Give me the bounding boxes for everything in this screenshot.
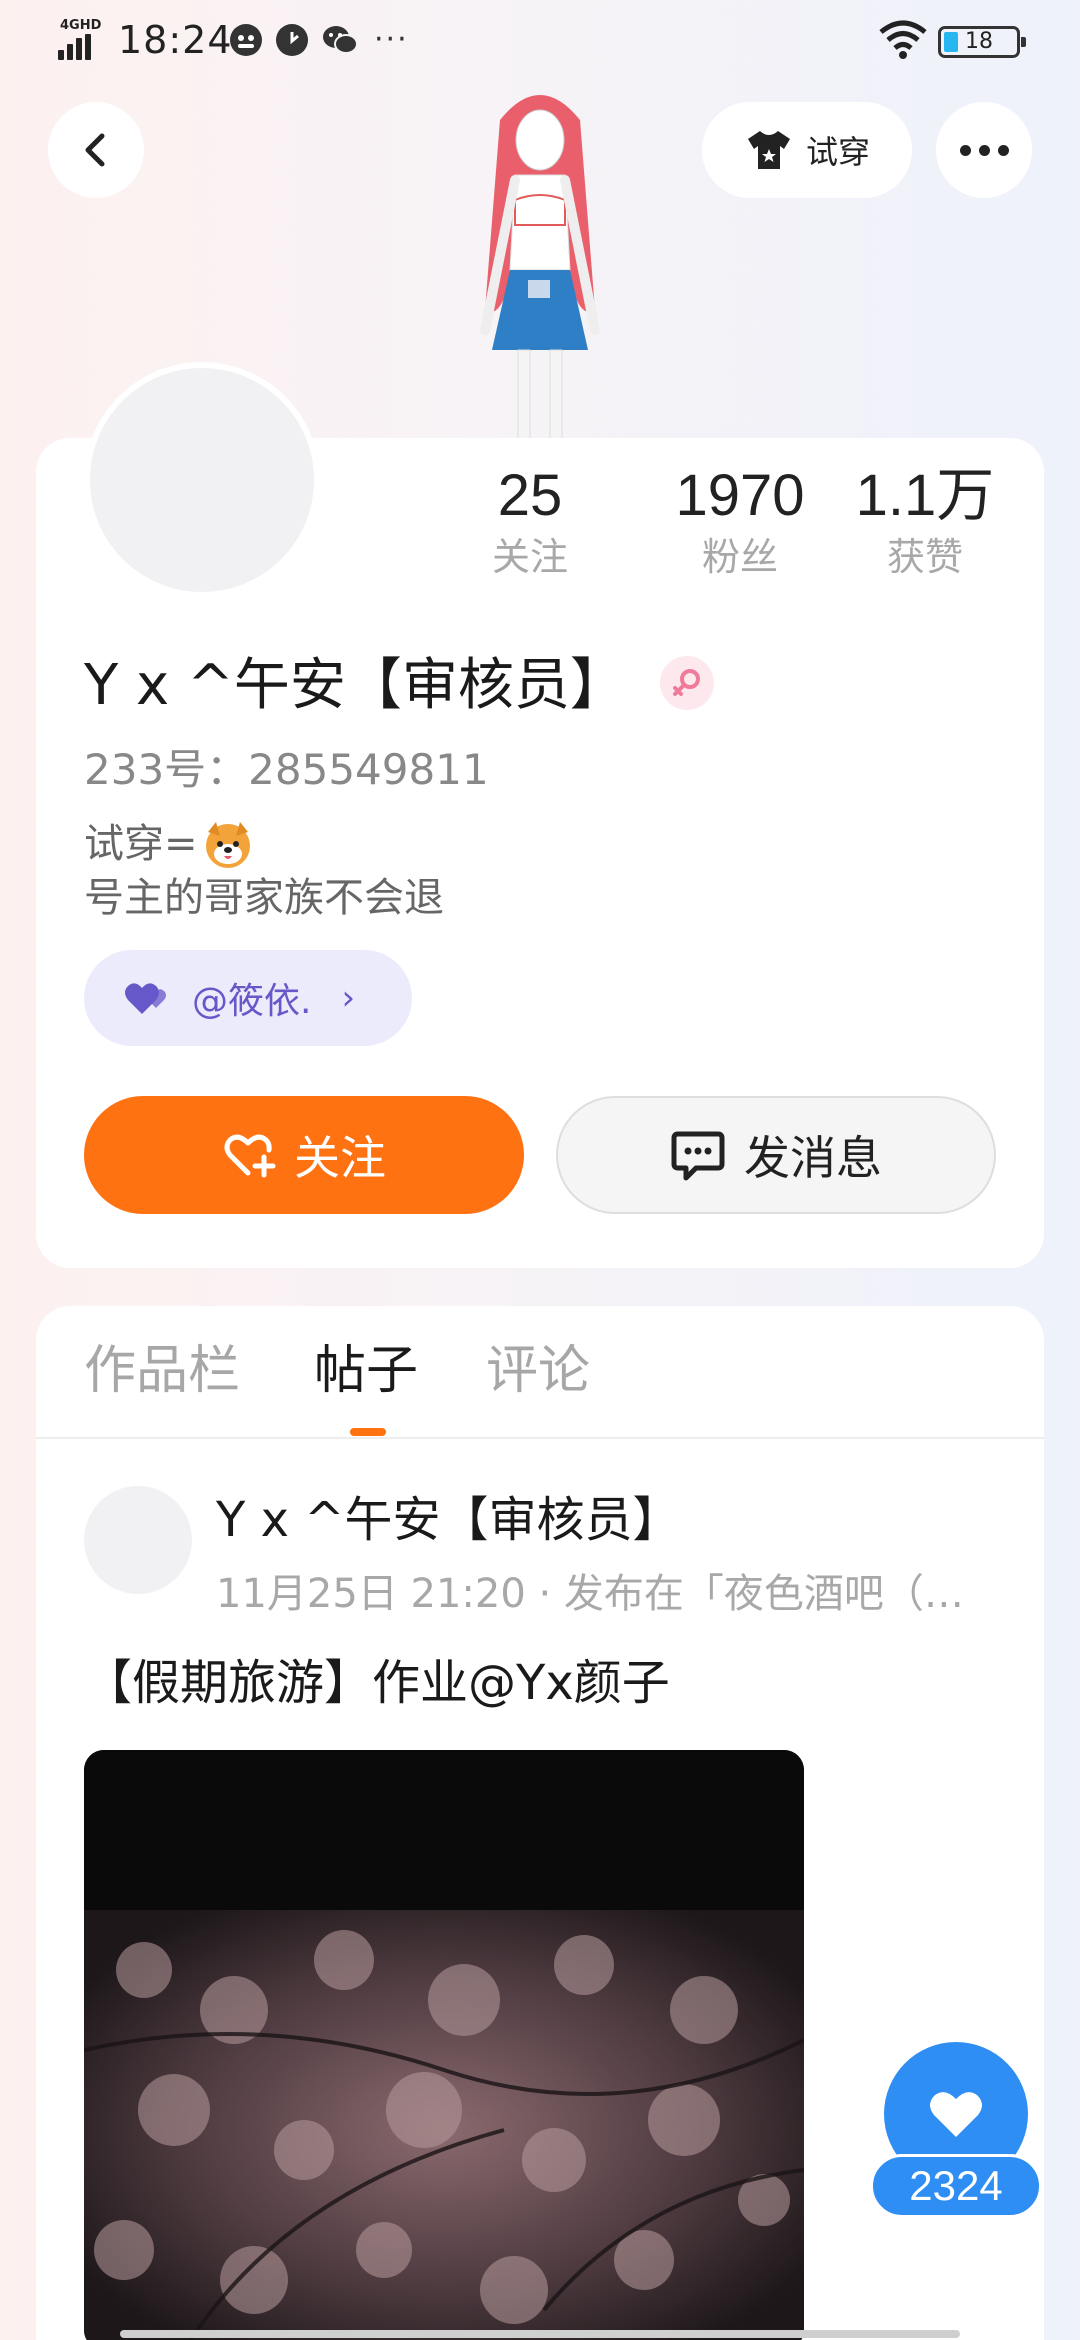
tshirt-icon xyxy=(747,131,790,169)
followers-count: 1970 xyxy=(675,463,805,528)
followers-label: 粉丝 xyxy=(701,535,778,579)
clock-app-icon xyxy=(276,24,308,56)
qq-app-icon xyxy=(230,24,262,56)
bio-line-2: 号主的哥家族不会退 xyxy=(84,875,444,921)
heart-icon xyxy=(125,983,166,1014)
bio-line-1-text: 试穿= xyxy=(84,821,198,867)
profile-stats: 25 关注 1970 粉丝 1.1万 获赞 xyxy=(430,460,1050,600)
notification-icons: ··· xyxy=(230,24,409,56)
signal-icon: 4GHD xyxy=(58,18,106,60)
post-meta: 11月25日 21:20 · 发布在「夜色酒吧（… xyxy=(216,1571,964,1617)
battery-level: 18 xyxy=(965,29,993,54)
likes-received-count: 1.1万 xyxy=(855,463,995,528)
tabs-divider xyxy=(36,1437,1044,1439)
bio-line-1: 试穿= xyxy=(84,818,254,870)
like-count: 2324 xyxy=(870,2154,1042,2218)
follow-label: 关注 xyxy=(294,1131,386,1185)
send-message-button[interactable]: 发消息 xyxy=(556,1096,996,1214)
more-icon xyxy=(959,144,1009,156)
tab-comments[interactable]: 评论 xyxy=(486,1336,590,1406)
more-button[interactable] xyxy=(936,102,1032,198)
home-indicator[interactable] xyxy=(120,2330,960,2338)
wechat-app-icon xyxy=(322,24,358,56)
stat-followers[interactable]: 1970 粉丝 xyxy=(640,460,840,582)
battery-icon: 18 xyxy=(938,26,1026,58)
user-avatar[interactable] xyxy=(84,362,320,598)
try-on-button[interactable]: 试穿 xyxy=(702,102,912,198)
user-id: 233号：285549811 xyxy=(84,745,489,794)
post-author-avatar[interactable] xyxy=(84,1486,192,1594)
chat-bubble-icon xyxy=(671,1131,725,1181)
chevron-right-icon: › xyxy=(341,978,356,1018)
heart-plus-icon xyxy=(224,1134,276,1178)
back-button[interactable] xyxy=(48,102,144,198)
send-message-label: 发消息 xyxy=(744,1131,882,1185)
post-text[interactable]: 【假期旅游】作业@Yx颜子 xyxy=(84,1650,670,1716)
cp-relation-tag[interactable]: @筱依. › xyxy=(84,950,412,1046)
try-on-label: 试穿 xyxy=(805,133,870,171)
heart-icon xyxy=(930,2092,982,2137)
wifi-icon xyxy=(878,20,928,60)
status-time: 18:24 xyxy=(118,18,233,62)
dog-emoji-icon xyxy=(202,818,254,870)
stat-likes[interactable]: 1.1万 获赞 xyxy=(825,460,1025,582)
tab-active-indicator xyxy=(350,1428,386,1436)
tab-posts[interactable]: 帖子 xyxy=(314,1336,418,1406)
network-type: 4GHD xyxy=(60,18,102,33)
follow-button[interactable]: 关注 xyxy=(84,1096,524,1214)
more-notifications: ··· xyxy=(374,22,409,57)
tab-works[interactable]: 作品栏 xyxy=(84,1336,240,1406)
likes-received-label: 获赞 xyxy=(886,535,963,579)
back-arrow-icon xyxy=(85,133,105,167)
user-name: Y x ^午安【审核员】 xyxy=(84,653,626,718)
following-label: 关注 xyxy=(491,535,568,579)
post-image[interactable] xyxy=(84,1750,804,2340)
stat-following[interactable]: 25 关注 xyxy=(430,460,630,582)
avatar-figure[interactable] xyxy=(430,80,650,441)
cp-tag-name: @筱依. xyxy=(192,981,312,1022)
status-bar: 4GHD 18:24 ··· 18 xyxy=(0,0,1080,84)
following-count: 25 xyxy=(497,463,563,528)
female-gender-icon xyxy=(660,656,714,710)
post-author-name[interactable]: Y x ^午安【审核员】 xyxy=(216,1488,680,1552)
